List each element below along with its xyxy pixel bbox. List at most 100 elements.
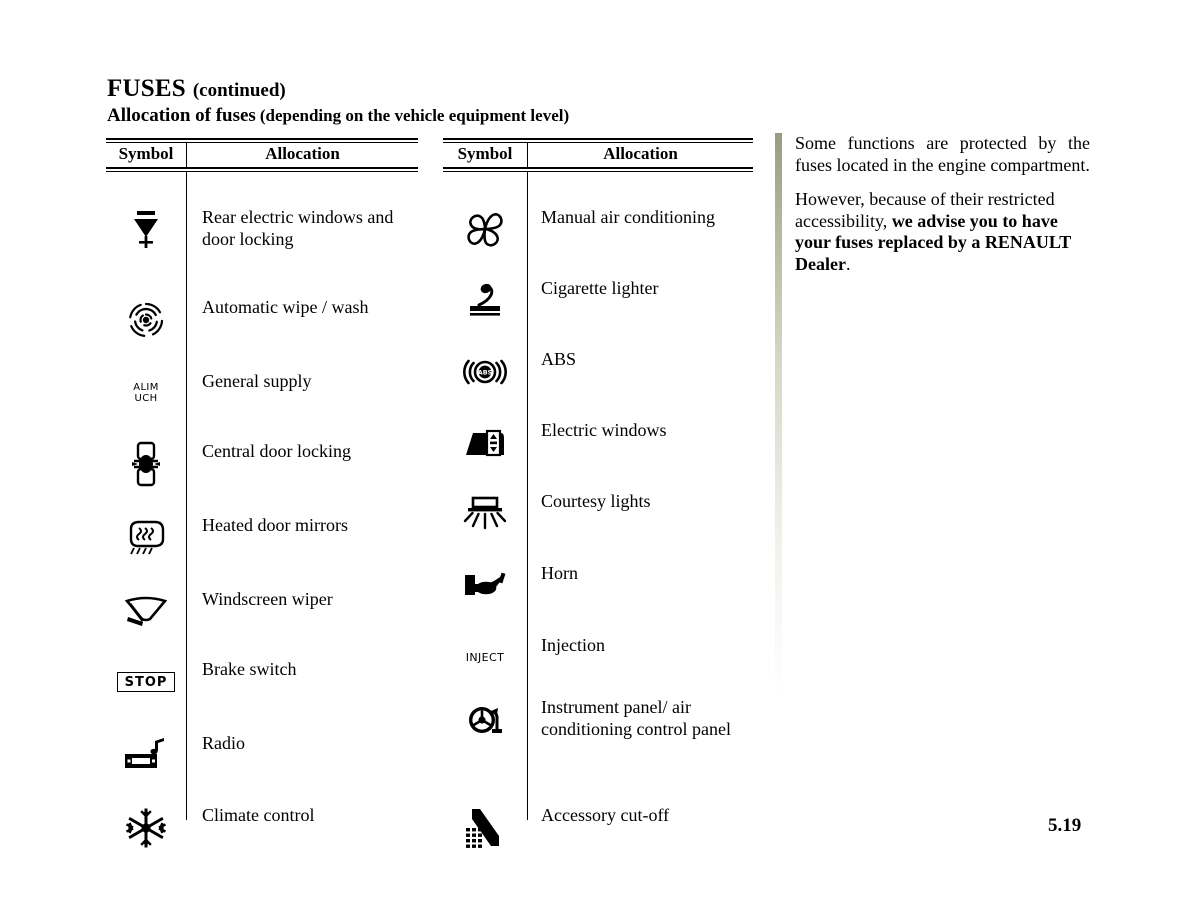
side-note-accent-bar (775, 133, 782, 795)
allocation-cell: Rear electric windows and door locking (202, 207, 394, 249)
table-row: Heated door mirrors (106, 514, 418, 562)
column-header-symbol: Symbol (457, 144, 513, 163)
allocation-cell: Manual air conditioning (541, 207, 715, 227)
allocation-cell: General supply (202, 371, 312, 391)
windscreen-wiper-icon (119, 588, 173, 636)
allocation-cell: ABS (541, 349, 577, 369)
symbol-cell (443, 277, 527, 325)
side-note-paragraph-2: However, because of their restricted acc… (795, 189, 1090, 275)
courtesy-light-icon (458, 490, 512, 538)
accessory-cutoff-icon (458, 804, 512, 852)
symbol-cell: ABS (443, 348, 527, 396)
allocation-cell: Cigarette lighter (541, 278, 659, 298)
alim-uch-label: ALIM UCH (133, 382, 159, 404)
title-main: FUSES (107, 75, 186, 102)
table-row: Rear electric windows and door locking (106, 206, 418, 254)
table-row: Climate control (106, 804, 418, 852)
allocation-cell: Courtesy lights (541, 491, 651, 511)
fan-blower-icon (458, 206, 512, 254)
symbol-cell (443, 206, 527, 254)
radio-icon (119, 732, 173, 780)
table-row: Automatic wipe / wash (106, 296, 418, 344)
side-note-p2-end: . (845, 253, 851, 274)
symbol-cell (106, 804, 186, 852)
table-row: Radio (106, 732, 418, 780)
allocation-cell: Automatic wipe / wash (202, 297, 369, 317)
symbol-cell (106, 732, 186, 780)
horn-icon (458, 562, 512, 610)
title-continued: (continued) (192, 80, 286, 101)
table-row: Electric windows (443, 419, 753, 467)
page-number: 5.19 (1048, 815, 1082, 836)
svg-text:ABS: ABS (478, 369, 493, 377)
inject-label: INJECT (465, 651, 505, 665)
side-note-panel: Some functions are protected by the fuse… (775, 133, 1095, 795)
allocation-cell: Windscreen wiper (202, 589, 333, 609)
table-header-row: Symbol Allocation (443, 143, 753, 167)
cigarette-lighter-icon (458, 277, 512, 325)
central-door-locking-icon (119, 440, 173, 488)
stop-badge-icon: STOP (116, 658, 176, 706)
fuse-table-left: Symbol Allocation Rear electric windows … (106, 138, 418, 848)
allocation-cell: Electric windows (541, 420, 667, 440)
table-row: INJECT Injection (443, 634, 753, 682)
symbol-cell (443, 490, 527, 538)
steering-wheel-icon (458, 696, 512, 744)
allocation-cell: Climate control (202, 805, 315, 825)
symbol-cell: INJECT (443, 634, 527, 682)
allocation-cell: Instrument panel/ air conditioning contr… (541, 697, 731, 739)
table-row: Horn (443, 562, 753, 610)
symbol-cell (106, 440, 186, 488)
table-row: Courtesy lights (443, 490, 753, 538)
table-row: Windscreen wiper (106, 588, 418, 636)
table-row: Manual air conditioning (443, 206, 753, 254)
table-row: Accessory cut-off (443, 804, 753, 852)
column-header-allocation: Allocation (603, 144, 678, 163)
symbol-cell (443, 804, 527, 852)
snowflake-icon (119, 804, 173, 852)
rain-sensor-icon (119, 296, 173, 344)
table-header-row: Symbol Allocation (106, 143, 418, 167)
symbol-cell (106, 588, 186, 636)
table-row: ALIM UCH General supply (106, 370, 418, 418)
inject-text-icon: INJECT (458, 634, 512, 682)
alim-uch-text-icon: ALIM UCH (119, 370, 173, 418)
allocation-cell: Brake switch (202, 659, 297, 679)
table-row: Instrument panel/ air conditioning contr… (443, 696, 753, 744)
fuse-table-right: Symbol Allocation Manual air conditionin… (443, 138, 753, 848)
symbol-cell (106, 296, 186, 344)
body-column-divider (186, 172, 187, 820)
allocation-cell: Horn (541, 563, 578, 583)
arrow-down-bar-icon (119, 206, 173, 254)
symbol-cell (443, 696, 527, 744)
column-header-symbol: Symbol (118, 144, 174, 163)
allocation-cell: Radio (202, 733, 245, 753)
page-subtitle: Allocation of fuses (depending on the ve… (107, 106, 767, 126)
stop-badge-label: STOP (116, 672, 176, 692)
heated-mirror-icon (119, 514, 173, 562)
side-note-text: Some functions are protected by the fuse… (795, 133, 1090, 276)
table-row: STOP Brake switch (106, 658, 418, 706)
page-title: FUSES (continued) (107, 75, 767, 102)
table-body: Rear electric windows and door locking A… (106, 172, 418, 848)
allocation-cell: Injection (541, 635, 605, 655)
symbol-cell: STOP (106, 658, 186, 706)
table-row: Central door locking (106, 440, 418, 488)
abs-icon: ABS (458, 348, 512, 396)
symbol-cell (106, 206, 186, 254)
page-header: FUSES (continued) Allocation of fuses (de… (107, 75, 767, 126)
symbol-cell (106, 514, 186, 562)
column-header-allocation: Allocation (265, 144, 340, 163)
table-row: ABS ABS (443, 348, 753, 396)
allocation-cell: Central door locking (202, 441, 351, 461)
allocation-cell: Heated door mirrors (202, 515, 348, 535)
symbol-cell (443, 562, 527, 610)
table-body: Manual air conditioning Cigarette lighte… (443, 172, 753, 848)
table-row: Cigarette lighter (443, 277, 753, 325)
side-note-paragraph-1: Some functions are protected by the fuse… (795, 133, 1090, 175)
subtitle-main: Allocation of fuses (107, 105, 256, 127)
allocation-cell: Accessory cut-off (541, 805, 670, 825)
symbol-cell: ALIM UCH (106, 370, 186, 418)
symbol-cell (443, 419, 527, 467)
electric-window-icon (458, 419, 512, 467)
